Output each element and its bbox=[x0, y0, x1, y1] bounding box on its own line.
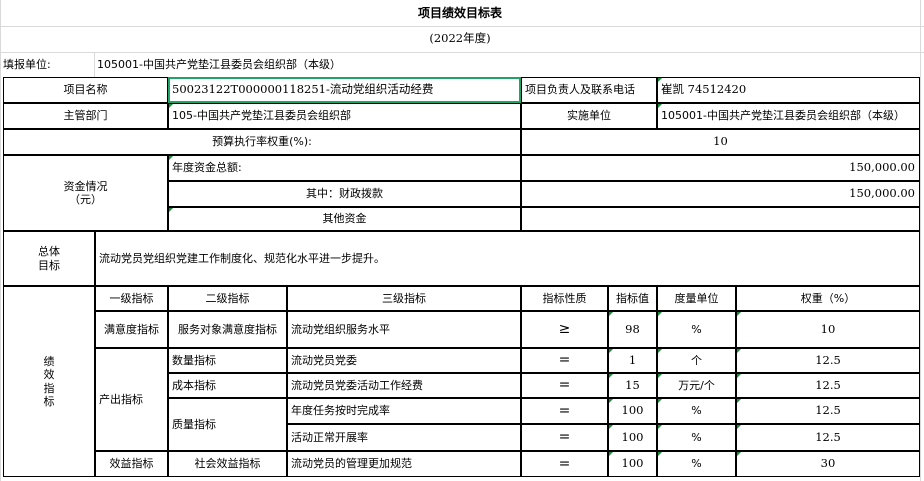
exec-weight-value[interactable]: 10 bbox=[521, 129, 920, 155]
level2-quality[interactable]: 质量指标 bbox=[168, 398, 287, 451]
table-row-value[interactable]: 15 bbox=[608, 373, 657, 398]
table-row-unit[interactable]: % bbox=[657, 451, 736, 477]
funds-fiscal-value[interactable]: 150,000.00 bbox=[521, 181, 920, 207]
table-row-level3[interactable]: 活动正常开展率 bbox=[287, 424, 521, 451]
project-name-label[interactable]: 项目名称 bbox=[3, 77, 168, 103]
perf-side-char: 标 bbox=[43, 394, 55, 408]
perf-side-char: 效 bbox=[43, 368, 55, 382]
exec-weight-label[interactable]: 预算执行率权重(%): bbox=[3, 129, 521, 155]
table-row-level3[interactable]: 流动党组织服务水平 bbox=[287, 311, 521, 348]
project-name-cell[interactable]: 50023122T000000118251-流动党组织活动经费 bbox=[168, 77, 521, 103]
dept-label[interactable]: 主管部门 bbox=[3, 103, 168, 129]
table-row-unit[interactable]: 万元/个 bbox=[657, 373, 736, 398]
header-level1[interactable]: 一级指标 bbox=[95, 286, 168, 311]
table-row-weight[interactable]: 30 bbox=[736, 451, 920, 477]
header-nature[interactable]: 指标性质 bbox=[521, 286, 608, 311]
goal-text[interactable]: 流动党员党组织党建工作制度化、规范化水平进一步提升。 bbox=[95, 231, 920, 286]
table-row-weight[interactable]: 12.5 bbox=[736, 348, 920, 373]
performance-target-sheet: 项目绩效目标表 (2022年度) 填报单位: 105001-中国共产党垫江县委员… bbox=[0, 0, 924, 481]
goal-label-line2: 目标 bbox=[38, 258, 60, 272]
contact-value[interactable]: 崔凯 74512420 bbox=[657, 77, 920, 103]
year-label: (2022年度) bbox=[429, 31, 491, 46]
table-row-nature[interactable]: = bbox=[521, 451, 608, 477]
table-row-value[interactable]: 100 bbox=[608, 424, 657, 451]
funds-other-value[interactable] bbox=[521, 207, 920, 231]
table-row-weight[interactable]: 12.5 bbox=[736, 373, 920, 398]
level1-output[interactable]: 产出指标 bbox=[95, 348, 168, 451]
unit-value: 105001-中国共产党垫江县委员会组织部（本级） bbox=[97, 57, 341, 71]
level1-benefit[interactable]: 效益指标 bbox=[95, 451, 168, 477]
impl-unit-value[interactable]: 105001-中国共产党垫江县委员会组织部（本级） bbox=[657, 103, 920, 129]
funds-label-line1: 资金情况 bbox=[63, 179, 108, 193]
table-row-level3[interactable]: 流动党员党委活动工作经费 bbox=[287, 373, 521, 398]
header-value[interactable]: 指标值 bbox=[608, 286, 657, 311]
dept-value[interactable]: 105-中国共产党垫江县委员会组织部 bbox=[168, 103, 521, 129]
perf-side-label[interactable]: 绩 效 指 标 bbox=[3, 286, 95, 477]
level2-service-satisfaction[interactable]: 服务对象满意度指标 bbox=[168, 311, 287, 348]
funds-total-label[interactable]: 年度资金总额: bbox=[168, 155, 521, 181]
table-row-value[interactable]: 1 bbox=[608, 348, 657, 373]
unit-label: 填报单位: bbox=[3, 57, 51, 71]
funds-fiscal-label[interactable]: 其中：财政拨款 bbox=[168, 181, 521, 207]
table-row-nature[interactable]: ≥ bbox=[521, 311, 608, 348]
table-row-nature[interactable]: = bbox=[521, 348, 608, 373]
perf-side-char: 绩 bbox=[43, 355, 55, 369]
contact-label[interactable]: 项目负责人及联系电话 bbox=[521, 77, 657, 103]
table-row-weight[interactable]: 10 bbox=[736, 311, 920, 348]
goal-label[interactable]: 总体 目标 bbox=[3, 231, 95, 286]
table-row-value[interactable]: 100 bbox=[608, 398, 657, 424]
table-row-weight[interactable]: 12.5 bbox=[736, 424, 920, 451]
goal-label-line1: 总体 bbox=[38, 245, 60, 259]
table-row-nature[interactable]: = bbox=[521, 398, 608, 424]
table-row-value[interactable]: 98 bbox=[608, 311, 657, 348]
table-row-level3[interactable]: 流动党员党委 bbox=[287, 348, 521, 373]
table-row-value[interactable]: 100 bbox=[608, 451, 657, 477]
table-row-unit[interactable]: % bbox=[657, 424, 736, 451]
level2-social-benefit[interactable]: 社会效益指标 bbox=[168, 451, 287, 477]
header-weight[interactable]: 权重（%） bbox=[736, 286, 920, 311]
funds-label[interactable]: 资金情况 （元） bbox=[3, 155, 168, 231]
funds-label-line2: （元） bbox=[69, 193, 102, 206]
table-row-unit[interactable]: % bbox=[657, 398, 736, 424]
impl-unit-label[interactable]: 实施单位 bbox=[521, 103, 657, 129]
page-title: 项目绩效目标表 bbox=[417, 5, 502, 20]
funds-total-value[interactable]: 150,000.00 bbox=[521, 155, 920, 181]
table-row-level3[interactable]: 年度任务按时完成率 bbox=[287, 398, 521, 424]
level2-quantity[interactable]: 数量指标 bbox=[168, 348, 287, 373]
table-row-level3[interactable]: 流动党员的管理更加规范 bbox=[287, 451, 521, 477]
level2-cost[interactable]: 成本指标 bbox=[168, 373, 287, 398]
perf-side-char: 指 bbox=[43, 381, 55, 395]
table-row-unit[interactable]: 个 bbox=[657, 348, 736, 373]
level1-satisfaction[interactable]: 满意度指标 bbox=[95, 311, 168, 348]
table-row-nature[interactable]: = bbox=[521, 373, 608, 398]
gridline bbox=[920, 0, 921, 481]
table-row-nature[interactable]: = bbox=[521, 424, 608, 451]
header-level3[interactable]: 三级指标 bbox=[287, 286, 521, 311]
table-row-unit[interactable]: % bbox=[657, 311, 736, 348]
funds-other-label[interactable]: 其他资金 bbox=[168, 207, 521, 231]
header-unit[interactable]: 度量单位 bbox=[657, 286, 736, 311]
table-row-weight[interactable]: 12.5 bbox=[736, 398, 920, 424]
header-level2[interactable]: 二级指标 bbox=[168, 286, 287, 311]
